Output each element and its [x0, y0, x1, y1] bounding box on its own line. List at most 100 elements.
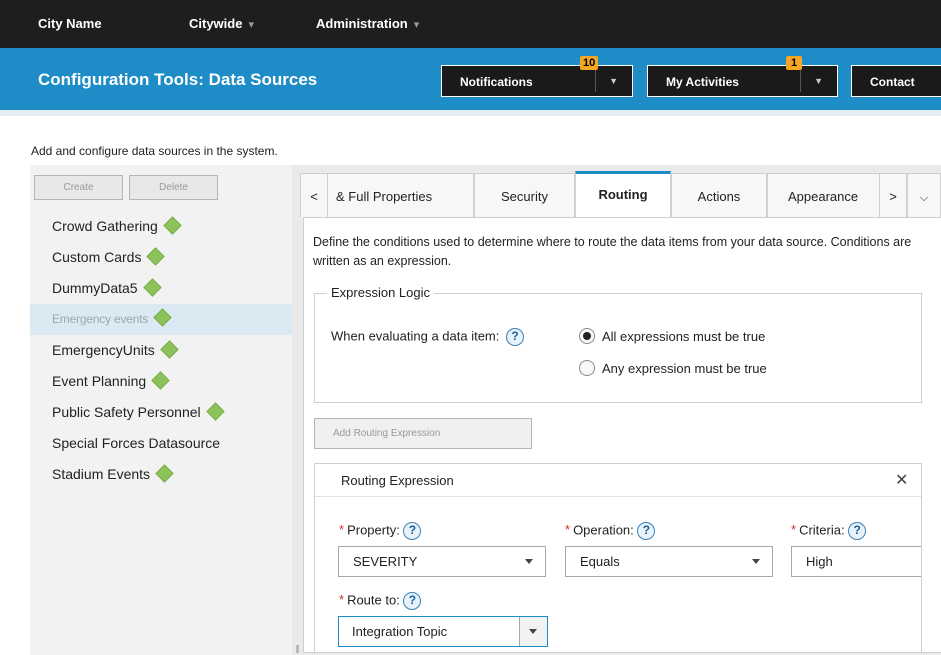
data-source-label: Public Safety Personnel	[52, 404, 201, 420]
top-nav-bar: City Name Citywide ▾ Administration ▾	[0, 0, 941, 48]
contact-button[interactable]: Contact	[851, 65, 941, 97]
data-source-label: DummyData5	[52, 280, 138, 296]
chevron-down-icon: ▾	[248, 19, 254, 31]
close-icon[interactable]: ✕	[895, 470, 908, 490]
city-name-link[interactable]: City Name	[38, 16, 102, 31]
notifications-badge: 10	[580, 56, 599, 70]
divider	[800, 70, 801, 92]
criteria-label-text: Criteria:	[799, 522, 845, 538]
data-source-label: Emergency events	[52, 312, 149, 326]
create-button[interactable]: Create	[34, 175, 123, 200]
status-diamond-icon	[205, 402, 225, 421]
route-to-value: Integration Topic	[352, 624, 448, 639]
data-source-item[interactable]: Public Safety Personnel	[30, 397, 292, 428]
contact-label: Contact	[870, 75, 915, 89]
tab-scroll-right-button[interactable]: >	[879, 173, 907, 218]
data-source-item[interactable]: Crowd Gathering	[30, 211, 292, 242]
data-source-label: EmergencyUnits	[52, 342, 155, 358]
property-select[interactable]: SEVERITY	[338, 546, 546, 577]
help-icon[interactable]: ?	[637, 522, 656, 540]
route-to-select[interactable]: Integration Topic	[338, 616, 548, 647]
required-asterisk: *	[565, 522, 571, 538]
required-asterisk: *	[339, 592, 345, 608]
evaluate-text: When evaluating a data item:	[331, 328, 500, 344]
route-to-label: * Route to: ?	[339, 592, 422, 610]
property-label: * Property: ?	[339, 522, 422, 540]
data-source-item[interactable]: Custom Cards	[30, 242, 292, 273]
criteria-value: High	[806, 554, 833, 569]
divider	[595, 70, 596, 92]
evaluate-label: When evaluating a data item: ?	[331, 328, 525, 346]
chevron-right-icon: >	[889, 189, 897, 204]
status-diamond-icon	[153, 308, 172, 327]
chevron-down-icon: ▼	[609, 76, 618, 86]
data-source-item[interactable]: EmergencyUnits	[30, 335, 292, 366]
chevron-down-icon	[529, 629, 537, 634]
data-source-list: Crowd Gathering Custom Cards DummyData5 …	[30, 211, 292, 490]
expression-logic-group	[314, 293, 922, 403]
citywide-menu[interactable]: Citywide ▾	[189, 16, 254, 31]
chevron-down-icon	[525, 559, 533, 564]
page-header: Configuration Tools: Data Sources 10 Not…	[0, 48, 941, 110]
status-diamond-icon	[151, 371, 170, 390]
page-description: Add and configure data sources in the sy…	[31, 144, 278, 158]
operation-select[interactable]: Equals	[565, 546, 773, 577]
data-source-label: Special Forces Datasource	[52, 435, 221, 451]
help-icon[interactable]: ?	[506, 328, 525, 346]
data-source-item[interactable]: Special Forces Datasource	[30, 428, 292, 459]
status-diamond-icon	[160, 340, 179, 359]
radio-all-expressions[interactable]	[579, 328, 595, 344]
add-routing-expression-button[interactable]: Add Routing Expression	[314, 418, 532, 449]
tab-actions[interactable]: Actions	[671, 173, 767, 218]
tab-overflow-menu-button[interactable]: ⌵	[907, 173, 941, 218]
operation-value: Equals	[580, 554, 620, 569]
option-all-label[interactable]: All expressions must be true	[602, 329, 765, 344]
data-source-sidebar: Create Delete Crowd Gathering Custom Car…	[30, 165, 292, 655]
property-label-text: Property:	[347, 522, 400, 538]
required-asterisk: *	[339, 522, 345, 538]
tab-security[interactable]: Security	[474, 173, 575, 218]
administration-label: Administration	[316, 16, 408, 31]
chevron-down-icon: ▼	[814, 76, 823, 86]
chevron-down-icon	[752, 559, 760, 564]
status-diamond-icon	[163, 216, 182, 235]
help-icon[interactable]: ?	[848, 522, 867, 540]
option-any-label[interactable]: Any expression must be true	[602, 361, 767, 376]
status-diamond-icon	[146, 247, 166, 266]
data-source-label: Crowd Gathering	[52, 218, 158, 234]
chevron-down-icon: ⌵	[919, 192, 929, 204]
resize-handle[interactable]	[296, 645, 299, 653]
data-source-label: Event Planning	[52, 373, 147, 389]
data-source-item[interactable]: DummyData5	[30, 273, 292, 304]
data-source-item-selected[interactable]: Emergency events	[30, 304, 292, 335]
help-icon[interactable]: ?	[403, 522, 422, 540]
data-source-label: Custom Cards	[52, 249, 142, 265]
criteria-label: * Criteria: ?	[791, 522, 867, 540]
administration-menu[interactable]: Administration ▾	[316, 16, 419, 31]
notifications-button[interactable]: 10 Notifications ▼	[441, 56, 633, 97]
help-icon[interactable]: ?	[403, 592, 422, 610]
tab-appearance[interactable]: Appearance	[767, 173, 881, 218]
radio-any-expression[interactable]	[579, 360, 595, 376]
data-source-item[interactable]: Stadium Events	[30, 459, 292, 490]
tab-full-properties[interactable]: & Full Properties	[327, 173, 474, 218]
my-activities-label: My Activities	[666, 75, 739, 89]
expression-logic-legend: Expression Logic	[327, 285, 434, 300]
header-strip	[0, 110, 941, 116]
tab-routing[interactable]: Routing	[575, 171, 671, 218]
data-source-label: Stadium Events	[52, 466, 151, 482]
property-value: SEVERITY	[353, 554, 418, 569]
tab-scroll-left-button[interactable]: <	[300, 173, 328, 218]
delete-button[interactable]: Delete	[129, 175, 218, 200]
operation-label-text: Operation:	[573, 522, 634, 538]
notifications-label: Notifications	[460, 75, 533, 89]
citywide-label: Citywide	[189, 16, 243, 31]
data-source-item[interactable]: Event Planning	[30, 366, 292, 397]
activities-badge: 1	[786, 56, 802, 70]
dropdown-button[interactable]	[519, 617, 547, 646]
chevron-down-icon: ▾	[413, 19, 420, 31]
operation-label: * Operation: ?	[565, 522, 656, 540]
status-diamond-icon	[142, 278, 162, 297]
my-activities-button[interactable]: 1 My Activities ▼	[647, 56, 838, 97]
criteria-input[interactable]: High	[791, 546, 921, 577]
